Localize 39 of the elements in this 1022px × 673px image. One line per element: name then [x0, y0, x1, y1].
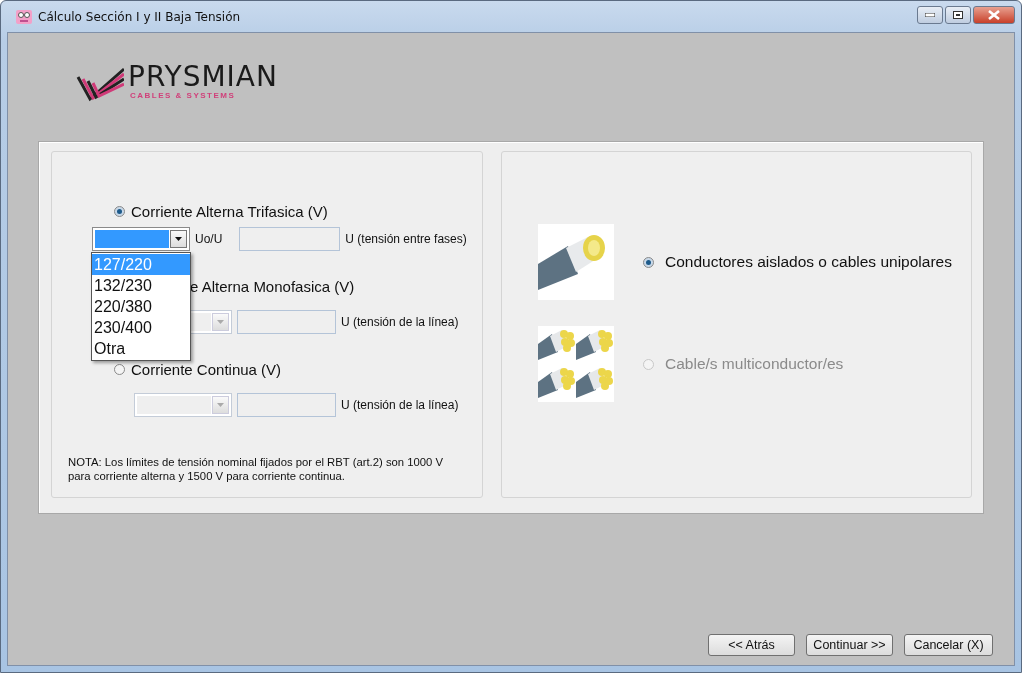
close-button[interactable] [973, 6, 1015, 24]
maximize-button[interactable] [945, 6, 971, 24]
option-label: Conductores aislados o cables unipolares [665, 253, 952, 271]
multi-cable-icon [538, 326, 614, 402]
logo-tagline: CABLES & SYSTEMS [130, 90, 237, 100]
note-text: NOTA: Los límites de tensión nominal fijados por el RBT (art.2) son 1000 V para corriente alterna y 1500 V para corriente continua. [68, 455, 445, 483]
dialog-button[interactable]: Cancelar (X) [904, 634, 993, 656]
voltage-dropdown[interactable] [92, 227, 190, 251]
radio-button[interactable] [114, 205, 125, 217]
dialog-button[interactable]: << Atrás [708, 634, 795, 656]
field-label: U (tensión de la línea) [341, 398, 459, 412]
dialog-button[interactable]: Continuar >> [806, 634, 893, 656]
dropdown-option[interactable]: Otra [92, 338, 190, 359]
field-label: U (tensión de la línea) [341, 315, 459, 329]
window-title: Cálculo Sección I y II Baja Tensión [38, 9, 242, 24]
voltage-input[interactable] [237, 393, 336, 417]
voltage-input[interactable] [237, 310, 336, 334]
dropdown-arrow-icon [175, 237, 182, 241]
logo-wordmark: PRYSMIAN [128, 62, 278, 91]
close-icon [988, 10, 1000, 20]
option-label: Corriente Continua (V) [131, 360, 282, 378]
dropdown-option[interactable]: 132/230 [92, 275, 190, 296]
option-label: Cable/s multiconductor/es [665, 355, 844, 373]
radio-button[interactable] [643, 256, 654, 268]
maximize-icon [953, 11, 963, 19]
minimize-button[interactable] [917, 6, 943, 24]
option-label: Corriente Alterna Trifasica (V) [131, 202, 328, 220]
field-label: U (tensión entre fases) [345, 232, 467, 246]
voltage-input[interactable] [239, 227, 341, 251]
dropdown-option[interactable]: 220/380 [92, 296, 190, 317]
field-label: Uo/U [195, 232, 223, 246]
minimize-icon [925, 13, 935, 17]
option-label: e Alterna Monofasica (V) [190, 277, 355, 295]
single-cable-icon [538, 224, 614, 300]
dropdown-arrow-icon [217, 320, 224, 324]
radio-button[interactable] [114, 363, 125, 375]
dropdown-option[interactable]: 230/400 [92, 317, 190, 338]
dropdown-arrow-icon [217, 403, 224, 407]
app-icon [16, 8, 32, 25]
